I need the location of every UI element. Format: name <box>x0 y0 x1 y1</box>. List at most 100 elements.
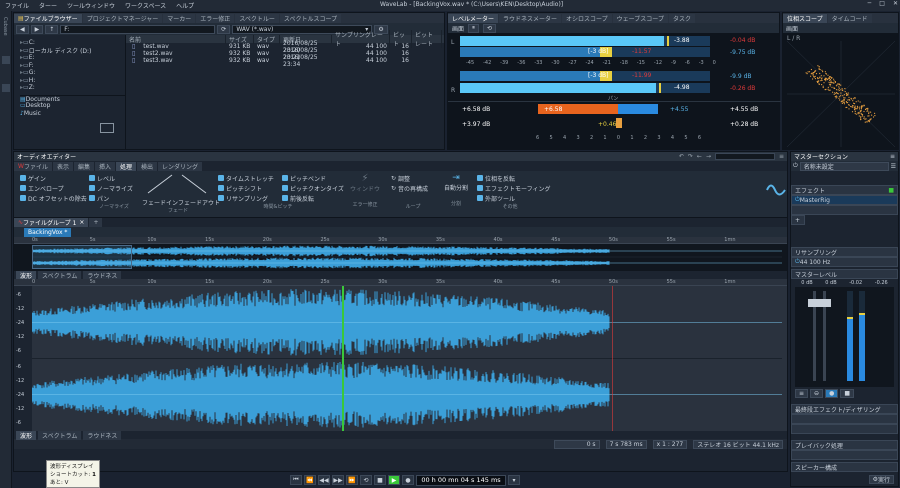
time-display[interactable]: 00 h 00 mn 04 s 145 ms <box>416 474 506 486</box>
status-cursor-pos[interactable]: 0 s <box>553 439 600 449</box>
minimize-button[interactable]: ─ <box>868 0 872 7</box>
tree-item[interactable]: ▸ ▭ H: <box>20 77 125 85</box>
forward-button[interactable]: ▶ <box>30 24 44 34</box>
menu-icon[interactable]: ≡ <box>890 153 895 160</box>
rewind-button[interactable]: ◀◀ <box>318 475 330 485</box>
main-tab-waveform[interactable]: 波形 <box>16 430 37 440</box>
invert-phase-button[interactable]: 位相を反転 <box>477 173 551 183</box>
menu-button[interactable]: ≡ <box>795 389 809 398</box>
redo-icon[interactable]: ↷ <box>688 153 693 160</box>
path-field[interactable]: F: <box>60 24 216 34</box>
place-item[interactable]: ▤ Documents <box>20 94 125 103</box>
reconstruct-button[interactable]: ↻ 音の再構成 <box>391 183 435 193</box>
window-button[interactable]: ウィンドウ <box>349 184 381 193</box>
playhead-cursor[interactable] <box>342 286 344 431</box>
back-icon[interactable]: ← <box>697 153 702 160</box>
menu-icon[interactable]: ≡ <box>779 153 784 160</box>
main-waveform[interactable] <box>32 286 782 431</box>
fader-handle-r[interactable] <box>819 299 831 307</box>
menu-tool-windows[interactable]: ツールウィンドウ <box>62 1 120 10</box>
status-zoom[interactable]: x 1 : 277 <box>652 439 688 449</box>
place-item[interactable]: ▭ Desktop <box>20 102 125 110</box>
ribbon-tab-process[interactable]: 処理 <box>116 161 137 171</box>
tree-item[interactable]: ▸ ▭ E: <box>20 54 125 62</box>
file-group-tab[interactable]: ∿ ファイルグループ 1 × <box>14 218 89 227</box>
menu-workspace[interactable]: ワークスペース <box>120 1 171 10</box>
tab-marker[interactable]: マーカー <box>163 14 196 23</box>
table-row[interactable]: ▯ test3.wav 932 KB wav 2016/08/25 23:34 … <box>126 54 444 68</box>
tab-timecode[interactable]: タイムコード <box>827 14 872 23</box>
add-group-tab[interactable]: + <box>89 218 103 227</box>
tab-task[interactable]: タスク <box>668 14 695 23</box>
editor-search-field[interactable] <box>714 153 775 160</box>
final-effects-header[interactable]: 最終段エフェクト/ディザリング <box>791 404 898 414</box>
effects-bypass-icon[interactable]: ■ <box>888 187 894 194</box>
envelope-button[interactable]: エンベロープ <box>20 183 87 193</box>
plugin-slot[interactable]: ⏻ MasterRig <box>791 195 898 205</box>
col-bitrate[interactable]: ビットレート <box>412 30 442 48</box>
lock-button[interactable]: ■ <box>840 389 854 398</box>
ribbon-tab-edit[interactable]: 編集 <box>73 161 94 171</box>
menu-help[interactable]: ヘルプ <box>171 1 199 10</box>
link-button[interactable]: ⊖ <box>810 389 824 398</box>
file-tab-backingvox[interactable]: BackingVox * <box>24 227 72 237</box>
dc-offset-button[interactable]: DC オフセットの除去 <box>20 193 87 203</box>
reverse-button[interactable]: 前後反転 <box>282 193 344 203</box>
preview-icon[interactable] <box>100 123 114 133</box>
overview-view-range[interactable] <box>32 245 132 269</box>
menu-file[interactable]: ファイル <box>0 1 34 10</box>
fade-in-button[interactable]: フェードイン <box>142 197 178 207</box>
place-item[interactable]: ♪ Music <box>20 110 125 118</box>
rate-select[interactable]: ⏻ 44 100 Hz <box>791 257 898 267</box>
dock-icon[interactable] <box>2 55 10 64</box>
back-button[interactable]: ◀ <box>16 24 29 34</box>
undo-icon[interactable]: ↶ <box>679 153 684 160</box>
tree-item[interactable]: ▸ ▭ F: <box>20 62 125 70</box>
level-button[interactable]: レベル <box>89 173 139 183</box>
prev-marker-button[interactable]: ⏪ <box>304 475 316 485</box>
resampling-header[interactable]: リサンプリング <box>791 247 898 257</box>
status-length[interactable]: 7 s 783 ms <box>605 439 647 449</box>
gain-button[interactable]: ゲイン <box>20 173 87 183</box>
close-button[interactable]: ✕ <box>893 0 898 7</box>
preset-menu-icon[interactable]: ☰ <box>891 163 896 170</box>
render-button[interactable]: ⚙ 実行 <box>868 475 894 484</box>
time-format-button[interactable]: ▾ <box>508 475 520 485</box>
speaker-config-header[interactable]: スピーカー構成 <box>791 462 898 472</box>
pan-button[interactable]: パン <box>89 193 139 203</box>
playback-processing-header[interactable]: プレイバック処理 <box>791 440 898 450</box>
ribbon-tab-insert[interactable]: 挿入 <box>94 161 115 171</box>
tree-item[interactable]: ▸ ▭ Z: <box>20 84 125 92</box>
mono-button[interactable]: ● <box>825 389 839 398</box>
tab-level-meter[interactable]: レベルメーター <box>448 14 499 23</box>
play-button[interactable]: ▶ <box>388 475 400 485</box>
tree-item[interactable]: ▸ ▭ ローカル ディスク (D:) <box>20 47 125 55</box>
maximize-button[interactable]: □ <box>879 0 885 7</box>
tab-phase-scope[interactable]: 位相スコープ <box>783 14 827 23</box>
end-marker[interactable] <box>612 286 613 431</box>
power-icon[interactable]: ⏻ <box>793 162 798 170</box>
tab-wavescope[interactable]: ウェーブスコープ <box>612 14 668 23</box>
pitch-bend-button[interactable]: ピッチベンド <box>282 173 344 183</box>
up-button[interactable]: ↑ <box>45 24 59 34</box>
tab-file-browser[interactable]: ▤ ファイルブラウザー <box>14 14 82 23</box>
tab-project-manager[interactable]: プロジェクトマネージャー <box>82 14 163 23</box>
loudness-button[interactable]: ノーマライズ <box>89 183 139 193</box>
meter-screen-label[interactable]: 画面 <box>452 24 464 33</box>
ribbon-tab-file[interactable]: W ファイル <box>14 161 52 171</box>
reset-button[interactable]: ⟲ <box>483 23 497 33</box>
ribbon-tab-analyze[interactable]: 検出 <box>137 161 158 171</box>
go-start-button[interactable]: ⏮ <box>290 475 302 485</box>
status-format[interactable]: ステレオ 16 ビット 44.1 kHz <box>693 439 783 449</box>
fade-out-button[interactable]: フェードアウト <box>178 197 220 207</box>
tree-item[interactable]: ▸ ▭ G: <box>20 69 125 77</box>
main-tab-loudness[interactable]: ラウドネス <box>83 430 122 440</box>
next-marker-button[interactable]: ⏩ <box>346 475 358 485</box>
pause-button[interactable]: ⏸ <box>468 23 480 33</box>
ribbon-tab-render[interactable]: レンダリング <box>158 161 203 171</box>
main-tab-spectrum[interactable]: スペクトラム <box>38 430 82 440</box>
tab-spectrum[interactable]: スペクトルー <box>235 14 279 23</box>
record-button[interactable]: ● <box>402 475 414 485</box>
tab-loudness-meter[interactable]: ラウドネスメーター <box>499 14 562 23</box>
playback-slot[interactable] <box>791 450 898 460</box>
